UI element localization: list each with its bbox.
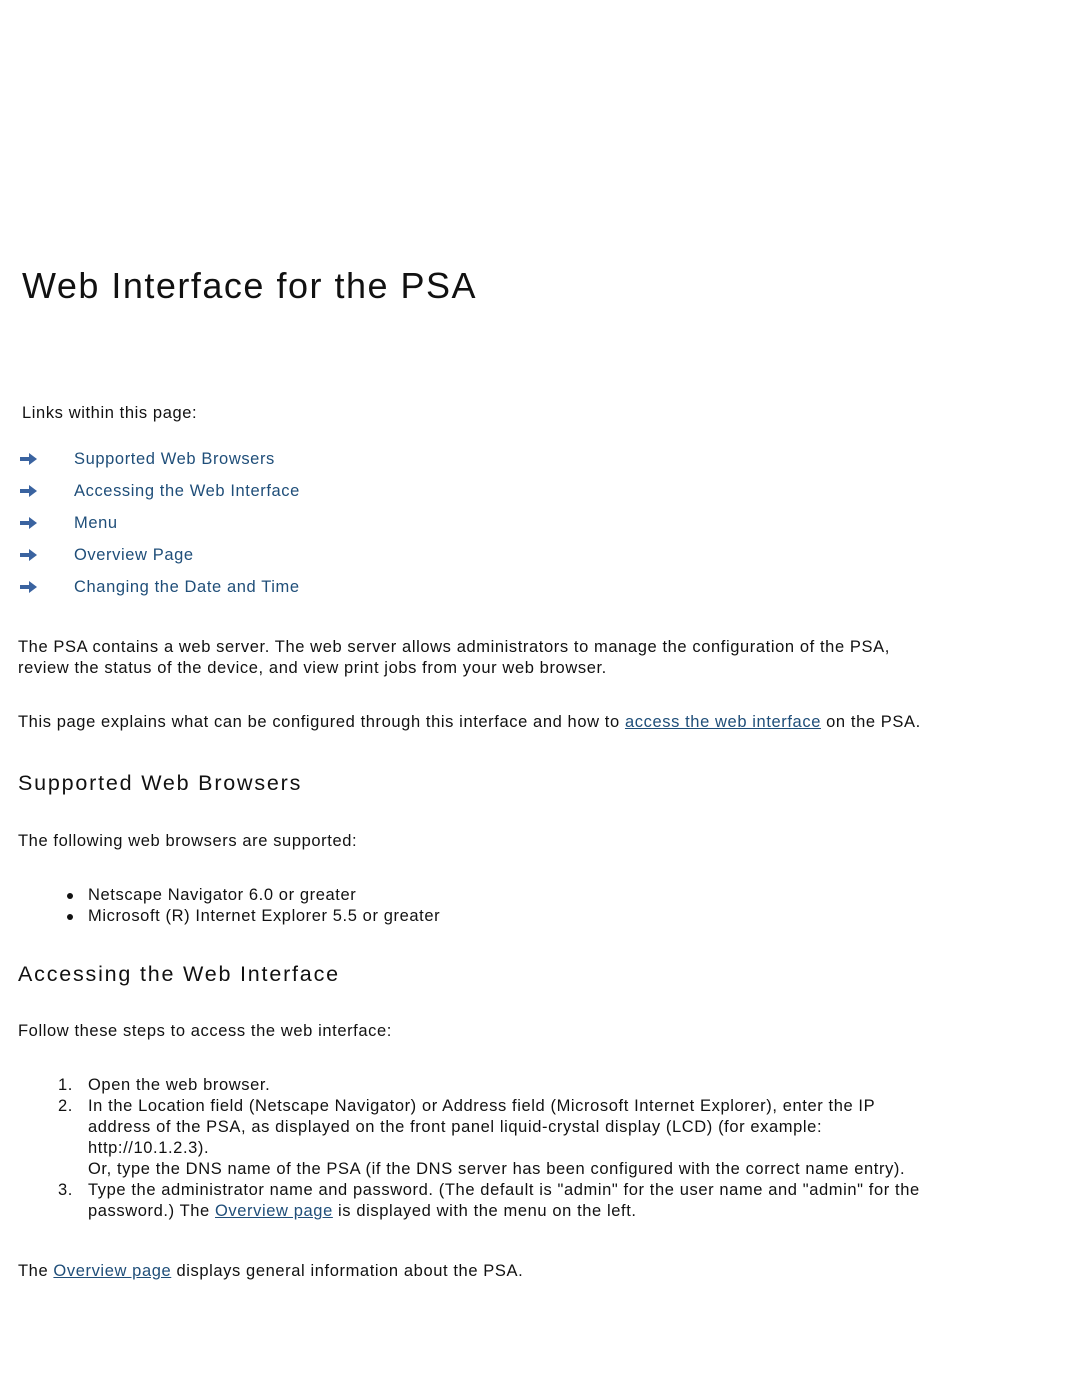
footer-text-after: displays general information about the P… [171, 1262, 524, 1280]
step-text: address of the PSA, as displayed on the … [88, 1118, 823, 1136]
steps-list: 1. Open the web browser. 2. In the Locat… [58, 1075, 920, 1222]
intro-paragraph: The PSA contains a web server. The web s… [18, 637, 890, 679]
toc-link[interactable]: Supported Web Browsers [74, 450, 275, 469]
section-heading-supported-browsers: Supported Web Browsers [18, 771, 303, 795]
step-item: 1. Open the web browser. [58, 1075, 920, 1096]
browser-list: Netscape Navigator 6.0 or greater Micros… [67, 885, 441, 927]
explain-text-after: on the PSA. [820, 713, 921, 731]
arrow-right-icon [20, 453, 37, 465]
step-text: Open the web browser. [88, 1076, 271, 1094]
bullet-icon [67, 893, 73, 899]
step-text-before: password.) The [88, 1202, 215, 1220]
step-text: In the Location field (Netscape Navigato… [88, 1097, 876, 1115]
intro-line-1: The PSA contains a web server. The web s… [18, 638, 890, 656]
explain-paragraph: This page explains what can be configure… [18, 712, 921, 733]
step-text: Type the administrator name and password… [88, 1181, 920, 1199]
page-title: Web Interface for the PSA [22, 265, 478, 306]
supported-lead: The following web browsers are supported… [18, 832, 358, 850]
arrow-right-icon [20, 581, 37, 593]
links-heading: Links within this page: [22, 404, 198, 422]
toc-item-menu[interactable]: Menu [18, 512, 117, 534]
step-number: 2. [58, 1097, 73, 1115]
step-number: 3. [58, 1181, 73, 1199]
section-heading-accessing: Accessing the Web Interface [18, 962, 340, 986]
step-text: http://10.1.2.3). [88, 1139, 210, 1157]
toc-link[interactable]: Changing the Date and Time [74, 578, 300, 597]
footer-paragraph: The Overview page displays general infor… [18, 1261, 523, 1282]
overview-page-link[interactable]: Overview page [215, 1202, 333, 1220]
intro-line-2: review the status of the device, and vie… [18, 659, 607, 677]
list-item: Microsoft (R) Internet Explorer 5.5 or g… [67, 906, 441, 927]
arrow-right-icon [20, 485, 37, 497]
overview-page-link[interactable]: Overview page [53, 1262, 171, 1280]
arrow-right-icon [20, 549, 37, 561]
step-text: Or, type the DNS name of the PSA (if the… [88, 1160, 906, 1178]
toc-item-changing-date-time[interactable]: Changing the Date and Time [18, 576, 299, 598]
toc-item-overview-page[interactable]: Overview Page [18, 544, 193, 566]
toc-link[interactable]: Menu [74, 514, 118, 533]
toc-link[interactable]: Overview Page [74, 546, 194, 565]
explain-text-before: This page explains what can be configure… [18, 713, 625, 731]
toc-item-accessing-web-interface[interactable]: Accessing the Web Interface [18, 480, 299, 502]
arrow-right-icon [20, 517, 37, 529]
accessing-lead: Follow these steps to access the web int… [18, 1022, 392, 1040]
bullet-icon [67, 914, 73, 920]
toc-item-supported-web-browsers[interactable]: Supported Web Browsers [18, 448, 274, 470]
list-item-text: Netscape Navigator 6.0 or greater [88, 886, 357, 904]
list-item: Netscape Navigator 6.0 or greater [67, 885, 440, 906]
list-item-text: Microsoft (R) Internet Explorer 5.5 or g… [88, 907, 441, 925]
step-number: 1. [58, 1076, 73, 1094]
access-web-interface-link[interactable]: access the web interface [625, 713, 821, 731]
footer-text-before: The [18, 1262, 54, 1280]
step-text-after: is displayed with the menu on the left. [332, 1202, 637, 1220]
step-item: 3. Type the administrator name and passw… [58, 1180, 920, 1222]
toc-link[interactable]: Accessing the Web Interface [74, 482, 300, 501]
step-text: password.) The Overview page is displaye… [88, 1201, 920, 1222]
step-item: 2. In the Location field (Netscape Navig… [58, 1096, 920, 1180]
